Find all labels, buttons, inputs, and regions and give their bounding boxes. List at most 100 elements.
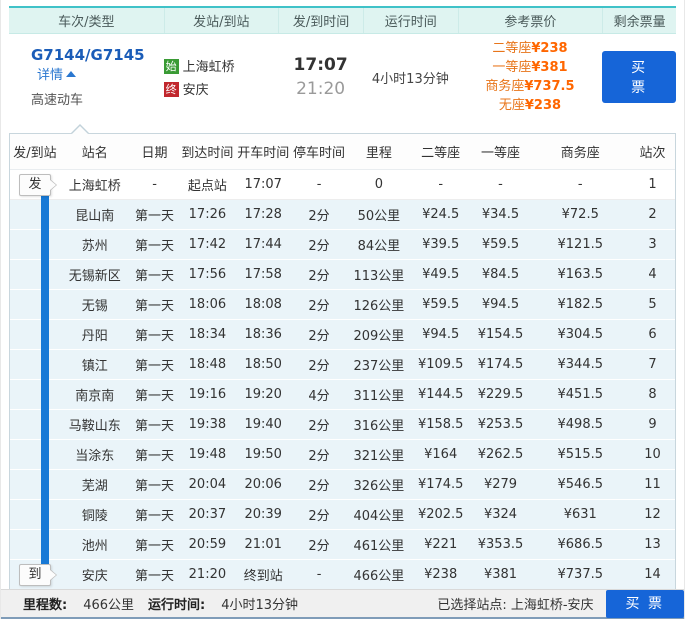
depart-marker-badge: 发 (19, 174, 57, 196)
destination-line: 终安庆 (163, 79, 279, 98)
station-cell: ¥515.5 (557, 447, 604, 462)
station-cell: ¥84.5 (481, 267, 520, 282)
summary-col-duration: 运行时间 (362, 8, 458, 33)
station-cell: 第一天 (135, 389, 175, 404)
header-depart: 开车时间 (237, 146, 290, 161)
station-cell: 17:07 (244, 177, 282, 192)
station-cell: ¥24.5 (422, 207, 460, 222)
station-cell: 17:56 (188, 267, 227, 282)
summary-col-price: 参考票价 (457, 8, 603, 33)
station-cell: 18:48 (188, 357, 227, 372)
station-cell: 20:39 (244, 507, 282, 522)
station-row[interactable]: 昆山南 第一天 17:26 17:28 2分 50公里 ¥24.5 ¥34.5 ¥72.5 2 (10, 200, 675, 230)
header-mileage: 里程 (365, 146, 392, 161)
station-cell: ¥59.5 (481, 237, 520, 252)
station-cell: ¥174.5 (417, 477, 464, 492)
depart-time: 17:07 (293, 55, 348, 75)
times-cell: 17:07 21:20 (278, 55, 363, 99)
station-cell: 2分 (308, 449, 330, 464)
station-cell: ¥121.5 (557, 237, 604, 252)
station-cell: 12 (644, 507, 661, 522)
station-cell: ¥498.5 (557, 417, 604, 432)
station-table-body: 发 到 上海虹桥 - 起点站 17:07-0- - -1 昆山南 第一天 17:26 17:28 2… (10, 170, 675, 590)
station-cell: 113公里 (353, 269, 405, 284)
station-cell: 18:50 (244, 357, 282, 372)
station-row[interactable]: 池州 第一天 20:59 21:01 2分 461公里 ¥221 ¥353.5 ¥686.5 13 (10, 530, 675, 560)
station-row[interactable]: 上海虹桥 - 起点站 17:07 - 0 - - - 1 (10, 170, 675, 200)
station-cell: 2分 (308, 509, 330, 524)
detail-toggle-link[interactable]: 详情 (37, 68, 63, 83)
station-row[interactable]: 安庆 第一天 21:20 终到站 - 466公里 ¥238 ¥381 ¥737.5 14 (10, 560, 675, 590)
station-cell: 镇江 (81, 359, 108, 374)
station-cell: 18:34 (188, 327, 227, 342)
station-cell: 当涂东 (75, 449, 115, 464)
station-cell: 2分 (308, 209, 330, 224)
collapse-caret-icon[interactable] (66, 71, 77, 77)
header-station: 站名 (81, 146, 108, 161)
station-cell: 苏州 (81, 239, 108, 254)
station-row[interactable]: 马鞍山东 第一天 19:38 19:40 2分 316公里 ¥158.5 ¥253.5 ¥498… (10, 410, 675, 440)
stations-cell: 始上海虹桥 终安庆 (163, 52, 279, 102)
duration-value: 4小时13分钟 (221, 598, 299, 613)
station-cell: 第一天 (135, 449, 175, 464)
station-cell: ¥221 (424, 537, 458, 552)
footer-buy-ticket-button[interactable]: 买 票 (605, 589, 684, 618)
fare-label: 二等座 (492, 41, 532, 56)
footer-bar: 里程数: 466公里 运行时间: 4小时13分钟 已选择站点: 上海虹桥-安庆 … (1, 589, 684, 619)
station-cell: - (577, 177, 583, 192)
station-cell: 321公里 (353, 449, 405, 464)
station-row[interactable]: 南京南 第一天 19:16 19:20 4分 311公里 ¥144.5 ¥229.5 ¥451.… (10, 380, 675, 410)
station-cell: 5 (648, 297, 657, 312)
station-cell: 18:06 (188, 297, 227, 312)
station-cell: 404公里 (353, 509, 405, 524)
station-cell: 上海虹桥 (68, 179, 121, 194)
station-cell: ¥262.5 (477, 447, 524, 462)
station-cell: 17:28 (244, 207, 282, 222)
station-row[interactable]: 铜陵 第一天 20:37 20:39 2分 404公里 ¥202.5 ¥324 ¥631 12 (10, 500, 675, 530)
station-cell: ¥144.5 (417, 387, 464, 402)
station-cell: 芜湖 (81, 479, 108, 494)
fare-label: 无座 (498, 98, 525, 113)
station-row[interactable]: 丹阳 第一天 18:34 18:36 2分 209公里 ¥94.5 ¥154.5 ¥304.5 6 (10, 320, 675, 350)
station-cell: 2分 (308, 299, 330, 314)
station-cell: 466公里 (353, 569, 405, 584)
station-cell: 8 (648, 387, 657, 402)
station-cell: 0 (374, 177, 384, 192)
station-cell: 南京南 (75, 389, 115, 404)
station-cell: ¥202.5 (417, 507, 464, 522)
station-cell: ¥49.5 (422, 267, 460, 282)
fare-amount: ¥737.5 (524, 79, 575, 94)
station-cell: 126公里 (353, 299, 405, 314)
fare-business-class: 商务座¥737.5 (458, 77, 603, 96)
station-cell: 第一天 (135, 539, 175, 554)
buy-ticket-button[interactable]: 买 票 (602, 51, 676, 103)
station-cell: 4 (648, 267, 657, 282)
station-cell: ¥174.5 (477, 357, 524, 372)
destination-badge-icon: 终 (163, 82, 179, 97)
station-cell: 14 (644, 567, 661, 582)
station-cell: 19:38 (188, 417, 227, 432)
station-cell: 50公里 (357, 209, 401, 224)
stops-panel-wrap: 发/到站 站名 日期 到达时间 开车时间 停车时间 里程 二等座 一等座 商务座… (9, 124, 676, 590)
fare-amount: ¥381 (531, 60, 568, 75)
header-arrive: 到达时间 (181, 146, 234, 161)
station-cell: 2分 (308, 539, 330, 554)
station-cell: ¥229.5 (477, 387, 524, 402)
selected-stations-label: 已选择站点: (437, 598, 507, 613)
station-cell: ¥344.5 (557, 357, 604, 372)
station-row[interactable]: 镇江 第一天 18:48 18:50 2分 237公里 ¥109.5 ¥174.5 ¥344.5… (10, 350, 675, 380)
station-row[interactable]: 苏州 第一天 17:42 17:44 2分 84公里 ¥39.5 ¥59.5 ¥121.5 3 (10, 230, 675, 260)
station-cell: ¥59.5 (422, 297, 460, 312)
station-row[interactable]: 无锡 第一天 18:06 18:08 2分 126公里 ¥59.5 ¥94.5 ¥182.5 5 (10, 290, 675, 320)
station-cell: ¥94.5 (422, 327, 460, 342)
station-cell: - (498, 177, 503, 192)
station-row[interactable]: 芜湖 第一天 20:04 20:06 2分 326公里 ¥174.5 ¥279 ¥546.5 11 (10, 470, 675, 500)
fare-label: 一等座 (492, 60, 532, 75)
station-row[interactable]: 当涂东 第一天 19:48 19:50 2分 321公里 ¥164 ¥262.5 ¥515.5 1… (10, 440, 675, 470)
duration-cell: 4小时13分钟 (371, 71, 449, 87)
station-row[interactable]: 无锡新区 第一天 17:56 17:58 2分 113公里 ¥49.5 ¥84.5 ¥163.5… (10, 260, 675, 290)
station-cell: 2分 (308, 269, 330, 284)
footer-right: 已选择站点: 上海虹桥-安庆 买 票 (437, 589, 684, 618)
station-cell: 铜陵 (81, 509, 108, 524)
station-cell: 311公里 (353, 389, 405, 404)
